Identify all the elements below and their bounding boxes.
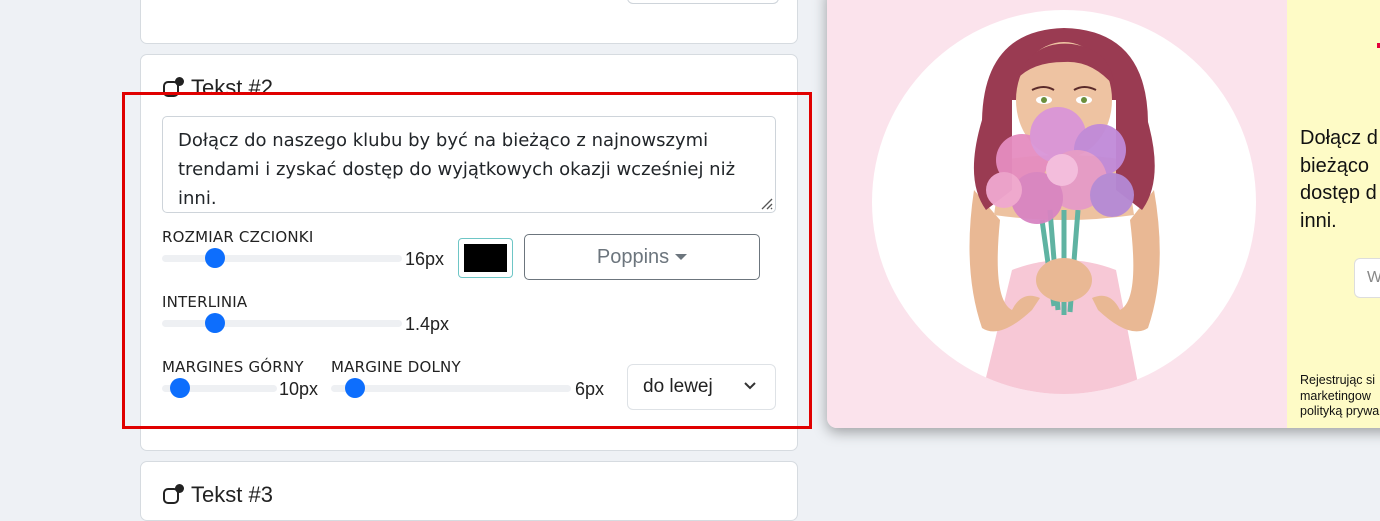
- text-align-select[interactable]: do lewej: [627, 364, 776, 410]
- woman-with-flowers-illustration: [969, 28, 1160, 394]
- margin-top-slider[interactable]: [162, 378, 277, 398]
- font-size-label: ROZMIAR CZCIONKI: [162, 228, 314, 246]
- next-card-title: Tekst #3: [162, 482, 273, 508]
- font-size-value: 16px: [405, 249, 445, 269]
- margin-top-value: 10px: [279, 379, 319, 399]
- margin-bottom-value: 6px: [575, 379, 605, 399]
- margin-bottom-label: MARGINE DOLNY: [331, 358, 461, 376]
- text-block-icon: [162, 77, 184, 99]
- margin-bottom-slider-thumb[interactable]: [345, 378, 365, 398]
- resize-grip-icon[interactable]: [759, 196, 773, 210]
- margin-top-label: MARGINES GÓRNY: [162, 358, 304, 376]
- preview-legal-text: Rejestrując si marketingow polityką pryw…: [1300, 373, 1379, 420]
- font-color-fill: [464, 244, 507, 272]
- chevron-down-icon: [744, 382, 756, 390]
- card-title-label: Tekst #2: [191, 75, 273, 100]
- preview-heading-line: dostęp d: [1300, 182, 1377, 205]
- font-size-slider[interactable]: [162, 248, 402, 268]
- preview-input-placeholder: W: [1367, 269, 1380, 286]
- popup-preview: Dołącz d bieżąco dostęp d inni. W Rejest…: [827, 0, 1380, 428]
- preview-form-panel: Dołącz d bieżąco dostęp d inni. W Rejest…: [1287, 0, 1380, 428]
- preview-legal-line: Rejestrując si: [1300, 373, 1376, 387]
- preview-legal-line: polityką prywa: [1300, 404, 1380, 419]
- preview-legal-line: marketingow: [1300, 388, 1371, 403]
- line-height-slider-thumb[interactable]: [204, 313, 225, 333]
- preview-heading: Dołącz d bieżąco dostęp d inni.: [1300, 125, 1378, 235]
- line-height-label: INTERLINIA: [162, 293, 248, 311]
- font-color-picker[interactable]: [458, 238, 513, 278]
- next-text-card: Tekst #3: [140, 461, 798, 521]
- caret-down-icon: [675, 254, 688, 260]
- text-content-value: Dołącz do naszego klubu by być na bieżąc…: [178, 130, 736, 209]
- preview-heading-line: inni.: [1300, 209, 1337, 232]
- preview-heading-line: bieżąco: [1300, 154, 1369, 177]
- margin-top-slider-thumb[interactable]: [170, 378, 191, 398]
- line-height-value: 1.4px: [405, 314, 450, 334]
- preview-email-input[interactable]: W: [1354, 258, 1380, 298]
- next-card-title-label: Tekst #3: [191, 482, 273, 507]
- line-height-slider[interactable]: [162, 313, 402, 333]
- font-family-value: Poppins: [596, 245, 670, 268]
- font-size-slider-thumb[interactable]: [204, 248, 225, 268]
- text-content-textarea[interactable]: Dołącz do naszego klubu by być na bieżąc…: [162, 116, 776, 213]
- previous-text-card: [140, 0, 798, 44]
- card-title: Tekst #2: [162, 75, 273, 101]
- preview-image-circle: [872, 10, 1256, 394]
- text-block-icon: [162, 484, 184, 506]
- font-family-dropdown[interactable]: Poppins: [524, 234, 760, 280]
- margin-bottom-slider[interactable]: [331, 378, 571, 398]
- text-align-value: do lewej: [643, 376, 713, 397]
- preview-heading-line: Dołącz d: [1300, 127, 1378, 149]
- text-block-card: Tekst #2 Dołącz do naszego klubu by być …: [140, 54, 798, 451]
- preview-image-panel: [827, 0, 1287, 428]
- previous-card-select[interactable]: [627, 0, 779, 4]
